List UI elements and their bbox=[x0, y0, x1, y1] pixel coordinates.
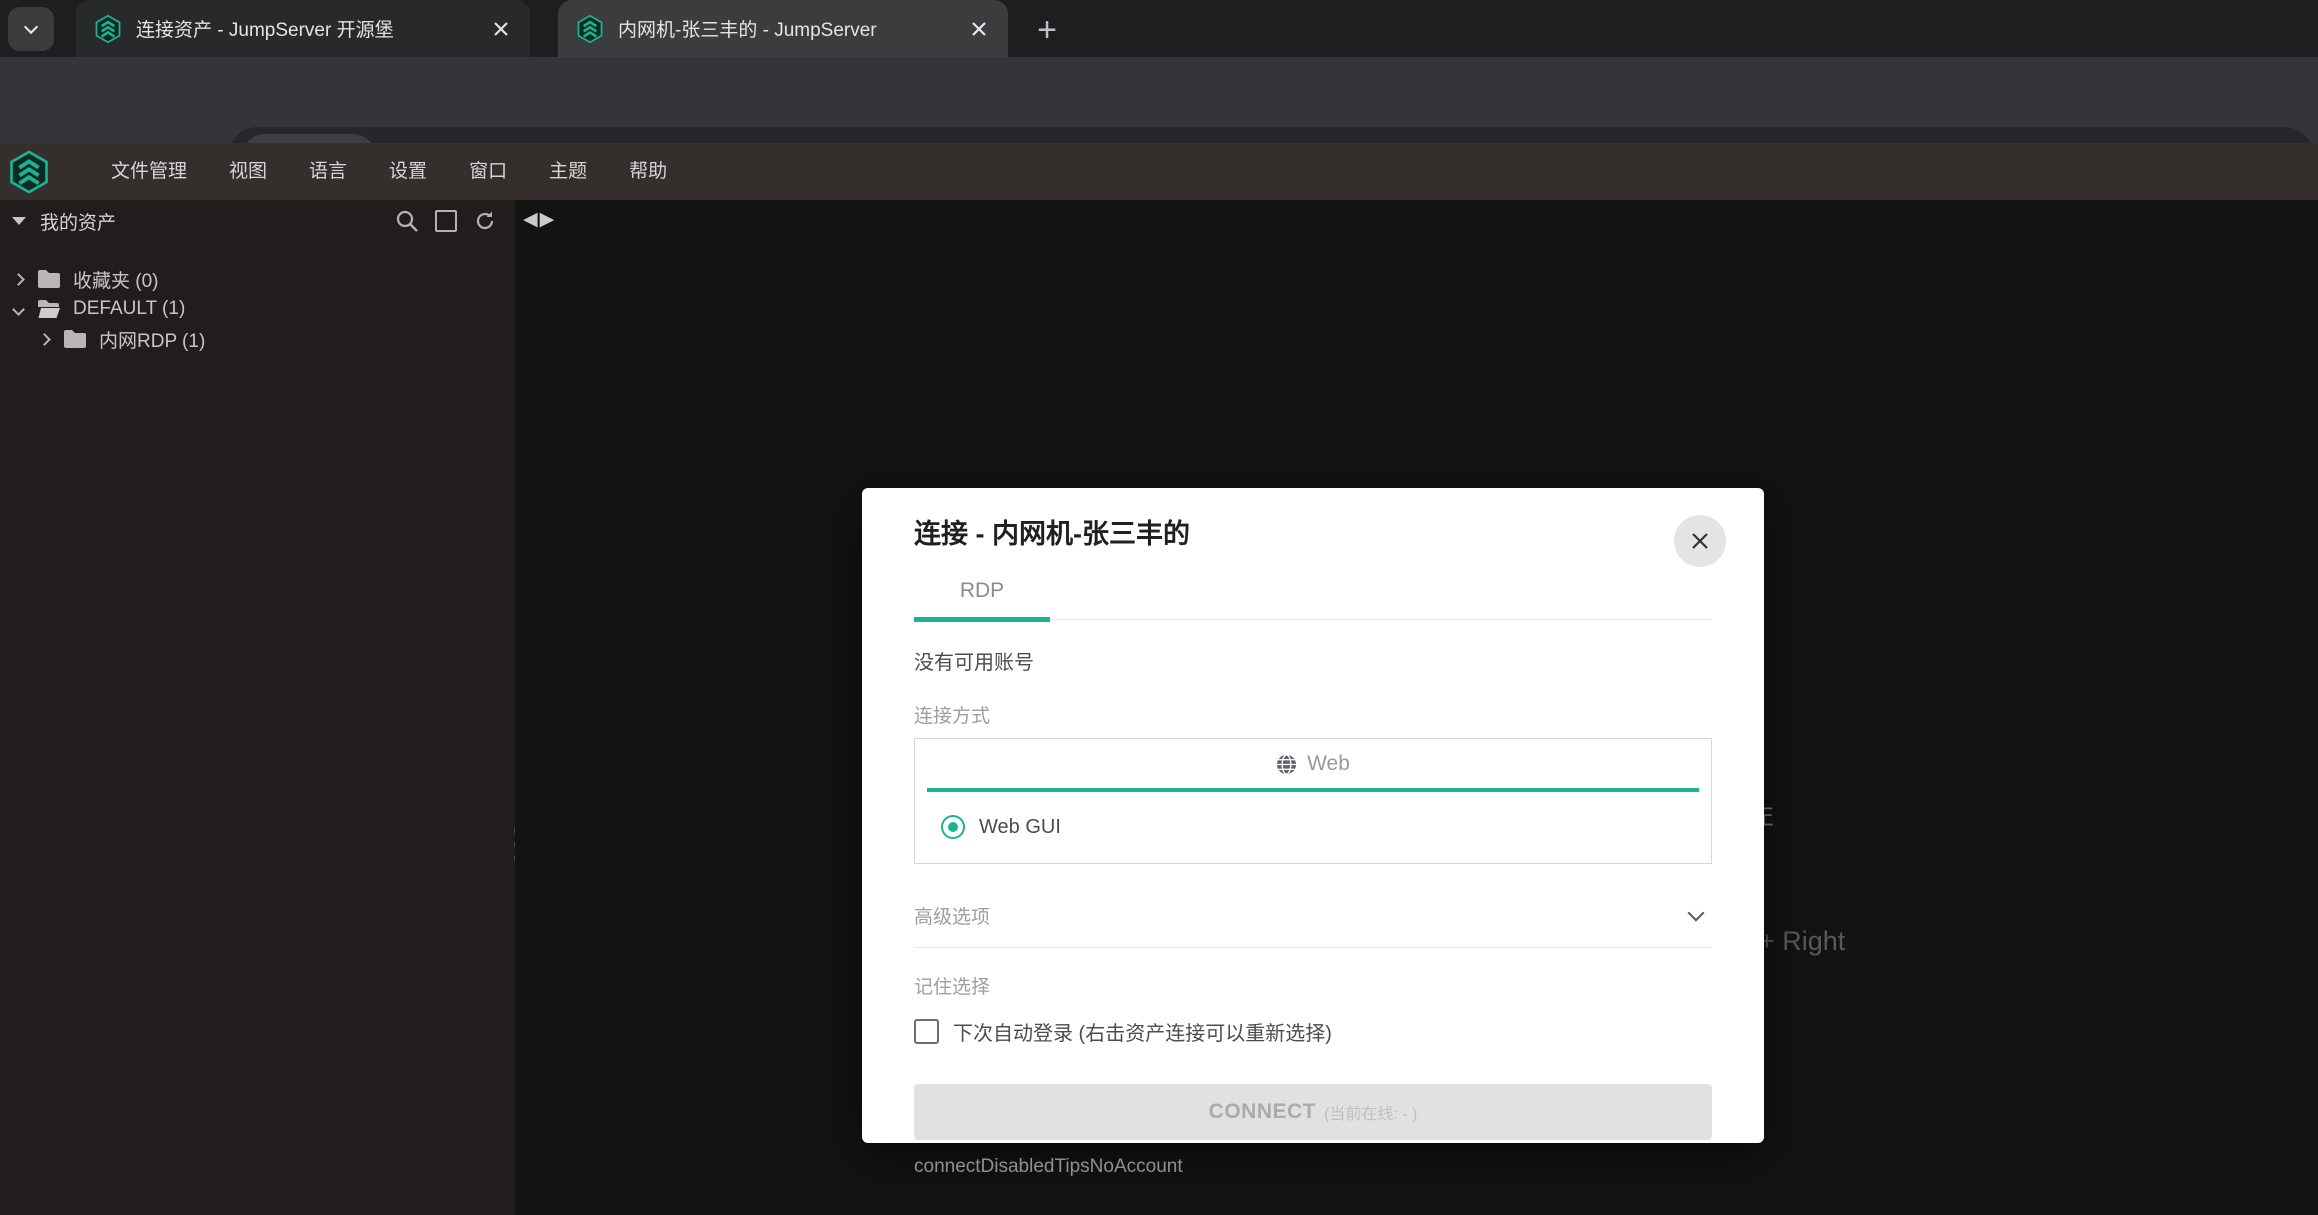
auto-login-row[interactable]: 下次自动登录 (右击资产连接可以重新选择) bbox=[914, 1017, 1712, 1046]
chevron-right-icon[interactable] bbox=[12, 273, 25, 286]
search-icon[interactable] bbox=[395, 209, 419, 233]
connect-dialog: 连接 - 内网机-张三丰的 RDP 没有可用账号 连接方式 Web bbox=[862, 488, 1764, 1143]
browser-tab-asset-session[interactable]: 内网机-张三丰的 - JumpServer bbox=[558, 0, 1008, 57]
tree-node-rdp[interactable]: 内网RDP (1) bbox=[0, 324, 515, 354]
background-text-fragment: 左 bbox=[1762, 796, 1778, 828]
tree-node-favorites[interactable]: 收藏夹 (0) bbox=[0, 264, 515, 294]
radio-selected-icon[interactable] bbox=[941, 815, 965, 839]
browser-toolbar: ⚠ 不安全 192.168.126.132/luna/?login_to=c83… bbox=[0, 57, 2318, 143]
chevron-right-icon[interactable] bbox=[38, 333, 51, 346]
connect-disabled-tip: connectDisabledTipsNoAccount bbox=[914, 1156, 1712, 1178]
sidebar-header[interactable]: 我的资产 bbox=[0, 200, 515, 242]
no-account-message: 没有可用账号 bbox=[914, 646, 1712, 675]
menu-view[interactable]: 视图 bbox=[208, 143, 288, 200]
asset-tree: 收藏夹 (0) DEFAULT (1) 内网RDP (1) bbox=[0, 242, 515, 354]
tree-node-label: 收藏夹 (0) bbox=[73, 266, 159, 293]
connect-button[interactable]: CONNECT (当前在线: - ) bbox=[914, 1084, 1712, 1140]
dialog-title: 连接 - 内网机-张三丰的 bbox=[914, 512, 1712, 551]
checkbox-mode-icon[interactable] bbox=[435, 210, 457, 232]
refresh-icon[interactable] bbox=[473, 209, 497, 233]
folder-icon bbox=[63, 329, 87, 349]
method-tab-web[interactable]: Web bbox=[915, 739, 1711, 788]
method-option-label: Web GUI bbox=[979, 816, 1061, 839]
close-tab-icon[interactable] bbox=[484, 12, 518, 46]
open-folder-icon bbox=[37, 299, 61, 319]
tree-node-default[interactable]: DEFAULT (1) bbox=[0, 294, 515, 324]
browser-tab-connect-assets[interactable]: 连接资产 - JumpServer 开源堡 bbox=[76, 0, 530, 57]
close-icon bbox=[1688, 529, 1712, 553]
chevron-down-icon bbox=[24, 20, 38, 34]
tree-node-label: 内网RDP (1) bbox=[99, 326, 205, 353]
jumpserver-logo bbox=[8, 149, 50, 195]
luna-menubar: 文件管理 视图 语言 设置 窗口 主题 帮助 bbox=[0, 143, 2318, 200]
menu-file-manager[interactable]: 文件管理 bbox=[90, 143, 208, 200]
menu-items: 文件管理 视图 语言 设置 窗口 主题 帮助 bbox=[90, 143, 688, 200]
caret-down-icon bbox=[12, 217, 26, 225]
method-option-webgui[interactable]: Web GUI bbox=[915, 792, 1711, 863]
tab-strip: 连接资产 - JumpServer 开源堡 内网机-张三丰的 - JumpSer… bbox=[0, 0, 2318, 57]
globe-icon bbox=[1276, 754, 1297, 775]
new-tab-button[interactable]: + bbox=[1026, 9, 1068, 51]
method-tab-label: Web bbox=[1307, 752, 1350, 776]
auto-login-label: 下次自动登录 (右击资产连接可以重新选择) bbox=[953, 1017, 1332, 1046]
close-tab-icon[interactable] bbox=[962, 12, 996, 46]
protocol-tabs: RDP bbox=[914, 579, 1712, 620]
folder-icon bbox=[37, 269, 61, 289]
sidebar-tools bbox=[395, 209, 503, 233]
menu-theme[interactable]: 主题 bbox=[528, 143, 608, 200]
menu-language[interactable]: 语言 bbox=[288, 143, 368, 200]
menu-settings[interactable]: 设置 bbox=[368, 143, 448, 200]
advanced-options-label: 高级选项 bbox=[914, 902, 990, 929]
sidebar-title: 我的资产 bbox=[40, 208, 116, 235]
jumpserver-favicon bbox=[94, 14, 122, 44]
tab-title: 连接资产 - JumpServer 开源堡 bbox=[136, 15, 484, 42]
chevron-down-icon[interactable] bbox=[12, 303, 25, 316]
jumpserver-favicon bbox=[576, 14, 604, 44]
advanced-options-row[interactable]: 高级选项 bbox=[914, 902, 1712, 948]
menu-help[interactable]: 帮助 bbox=[608, 143, 688, 200]
asset-sidebar: 我的资产 bbox=[0, 200, 515, 1215]
dialog-close-button[interactable] bbox=[1674, 515, 1726, 567]
menu-window[interactable]: 窗口 bbox=[448, 143, 528, 200]
browser-window: 连接资产 - JumpServer 开源堡 内网机-张三丰的 - JumpSer… bbox=[0, 0, 2318, 1215]
auto-login-checkbox[interactable] bbox=[914, 1019, 939, 1044]
tree-node-label: DEFAULT (1) bbox=[73, 298, 185, 320]
tab-rdp[interactable]: RDP bbox=[914, 579, 1050, 619]
tab-title: 内网机-张三丰的 - JumpServer bbox=[618, 15, 962, 42]
tab-search-button[interactable] bbox=[8, 7, 54, 51]
chevron-down-icon bbox=[1688, 904, 1705, 921]
connect-method-label: 连接方式 bbox=[914, 701, 1712, 728]
sidebar-collapse-toggle-icon[interactable]: ◀▶ bbox=[523, 208, 556, 231]
shortcut-hint-fragment: + Right bbox=[1759, 926, 1845, 957]
connect-method-box: Web Web GUI bbox=[914, 738, 1712, 864]
remember-choice-label: 记住选择 bbox=[914, 972, 1712, 999]
